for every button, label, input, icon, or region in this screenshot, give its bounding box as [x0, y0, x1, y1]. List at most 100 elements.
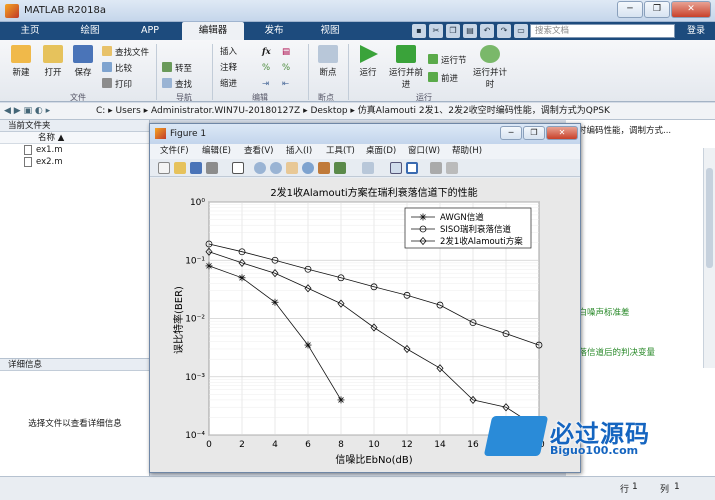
menu-tools[interactable]: 工具(T)	[326, 144, 355, 159]
fx-button[interactable]: fx	[262, 46, 271, 58]
uncomment-icon[interactable]: %	[282, 62, 290, 74]
address-bar: ◀ ▶ ▣ ◐ ▸ C: ▸ Users ▸ Administrator.WIN…	[0, 103, 715, 120]
y-tick-label: 10⁰	[190, 198, 205, 208]
minimize-button[interactable]: ─	[617, 1, 643, 18]
indent-button[interactable]: 缩进	[220, 78, 237, 90]
tab-home[interactable]: 主页	[10, 22, 50, 40]
goto-icon	[162, 62, 172, 72]
find-file-button[interactable]: 查找文件	[102, 46, 149, 58]
cut-icon[interactable]: ✂	[429, 24, 443, 38]
tab-editor[interactable]: 编辑器	[182, 22, 244, 40]
legend[interactable]: AWGN信道SISO瑞利衰落信道2发1收Alamouti方案	[404, 207, 532, 249]
editor-ribbon: 新建 打开 保存 查找文件 比较 打印 文件 转至 查找 导航 插入 注释 缩进…	[0, 40, 715, 102]
run-advance-button[interactable]: 运行并前进	[388, 45, 424, 90]
save-button[interactable]: 保存	[68, 45, 98, 78]
advance-button[interactable]: 前进	[428, 72, 458, 84]
menu-window[interactable]: 窗口(W)	[408, 144, 440, 159]
matlab-logo-icon	[5, 4, 19, 18]
brush-icon[interactable]	[334, 162, 346, 174]
indent-icon[interactable]: ⇥	[262, 78, 269, 90]
menu-edit[interactable]: 编辑(E)	[202, 144, 231, 159]
redo-icon[interactable]: ↷	[497, 24, 511, 38]
tab-plots[interactable]: 绘图	[68, 22, 112, 40]
zoom-in-icon[interactable]	[254, 162, 266, 174]
insert-button[interactable]: 插入	[220, 46, 237, 58]
tab-publish[interactable]: 发布	[252, 22, 296, 40]
print-figure-icon[interactable]	[206, 162, 218, 174]
pan-icon[interactable]	[286, 162, 298, 174]
undo-icon[interactable]: ↶	[480, 24, 494, 38]
outdent-icon[interactable]: ⇤	[282, 78, 289, 90]
run-and-time-button[interactable]: 运行并计时	[472, 45, 508, 90]
comment-button[interactable]: 注释	[220, 62, 237, 74]
new-figure-icon[interactable]	[158, 162, 170, 174]
menu-file[interactable]: 文件(F)	[160, 144, 189, 159]
folder-icon	[43, 45, 63, 63]
goto-button[interactable]: 转至	[162, 62, 192, 74]
tab-apps[interactable]: APP	[128, 22, 172, 40]
colorbar-icon[interactable]	[390, 162, 402, 174]
search-documentation-input[interactable]: 搜索文档	[530, 24, 675, 38]
run-button[interactable]: 运行	[354, 45, 382, 78]
paste-icon[interactable]: ▤	[463, 24, 477, 38]
group-file-label: 文件	[70, 93, 86, 102]
legend-icon[interactable]	[406, 162, 418, 174]
x-tick-label: 0	[206, 440, 212, 450]
figure-close-button[interactable]: ✕	[546, 126, 578, 140]
file-item[interactable]: ex1.m	[0, 144, 149, 156]
pointer-icon[interactable]	[232, 162, 244, 174]
nav-arrows-icon[interactable]: ◀ ▶ ▣ ◐ ▸	[4, 103, 50, 120]
menu-help[interactable]: 帮助(H)	[452, 144, 482, 159]
new-button[interactable]: 新建	[6, 45, 36, 78]
y-tick-label: 10⁻¹	[185, 256, 205, 266]
figure-titlebar: Figure 1 ─ ❐ ✕	[150, 124, 580, 144]
breakpoints-button[interactable]: 断点	[314, 45, 342, 78]
file-item[interactable]: ex2.m	[0, 156, 149, 168]
rotate-icon[interactable]	[302, 162, 314, 174]
current-path[interactable]: C: ▸ Users ▸ Administrator.WIN7U-2018012…	[96, 103, 610, 120]
x-tick-label: 8	[338, 440, 344, 450]
tab-view[interactable]: 视图	[308, 22, 352, 40]
login-button[interactable]: 登录	[687, 24, 705, 38]
data-cursor-icon[interactable]	[318, 162, 330, 174]
data-point	[271, 298, 279, 306]
insert-section-icon[interactable]: ▤	[282, 46, 290, 58]
copy-icon[interactable]: ❐	[446, 24, 460, 38]
print-button[interactable]: 打印	[102, 78, 132, 90]
watermark-url: Biguo100.com	[550, 444, 639, 457]
open-file-icon[interactable]	[174, 162, 186, 174]
comment-percent-icon[interactable]: %	[262, 62, 270, 74]
details-title: 详细信息	[0, 359, 150, 371]
run-section-button[interactable]: 运行节	[428, 54, 467, 66]
find-icon	[162, 78, 172, 88]
figure-minimize-button[interactable]: ─	[500, 126, 522, 140]
menu-view[interactable]: 查看(V)	[244, 144, 273, 159]
row-value: 1	[632, 482, 638, 492]
quick-save-icon[interactable]: ▪	[412, 24, 426, 38]
compare-button[interactable]: 比较	[102, 62, 132, 74]
figure-title: Figure 1	[170, 129, 207, 139]
editor-scrollbar[interactable]	[703, 148, 715, 368]
open-button[interactable]: 打开	[38, 45, 68, 78]
y-tick-labels: 10⁻⁴ 10⁻³ 10⁻² 10⁻¹ 10⁰	[185, 198, 205, 441]
x-tick-label: 10	[368, 440, 380, 450]
find-file-icon	[102, 46, 112, 56]
figure-maximize-button[interactable]: ❐	[523, 126, 545, 140]
zoom-out-icon[interactable]	[270, 162, 282, 174]
save-figure-icon[interactable]	[190, 162, 202, 174]
graduation-cap-icon	[483, 416, 549, 456]
figure-menubar: 文件(F) 编辑(E) 查看(V) 插入(I) 工具(T) 桌面(D) 窗口(W…	[150, 144, 580, 159]
menu-insert[interactable]: 插入(I)	[286, 144, 312, 159]
data-point	[205, 262, 213, 270]
y-tick-label: 10⁻⁴	[185, 431, 205, 441]
switch-windows-icon[interactable]: ▭	[514, 24, 528, 38]
name-column-header[interactable]: 名称 ▲	[0, 132, 149, 144]
dock-icon[interactable]	[446, 162, 458, 174]
maximize-button[interactable]: ❐	[644, 1, 670, 18]
hide-tools-icon[interactable]	[430, 162, 442, 174]
menu-desktop[interactable]: 桌面(D)	[366, 144, 396, 159]
link-plot-icon[interactable]	[362, 162, 374, 174]
find-button[interactable]: 查找	[162, 78, 192, 90]
group-breakpoints-label: 断点	[318, 93, 334, 102]
close-button[interactable]: ✕	[671, 1, 711, 18]
